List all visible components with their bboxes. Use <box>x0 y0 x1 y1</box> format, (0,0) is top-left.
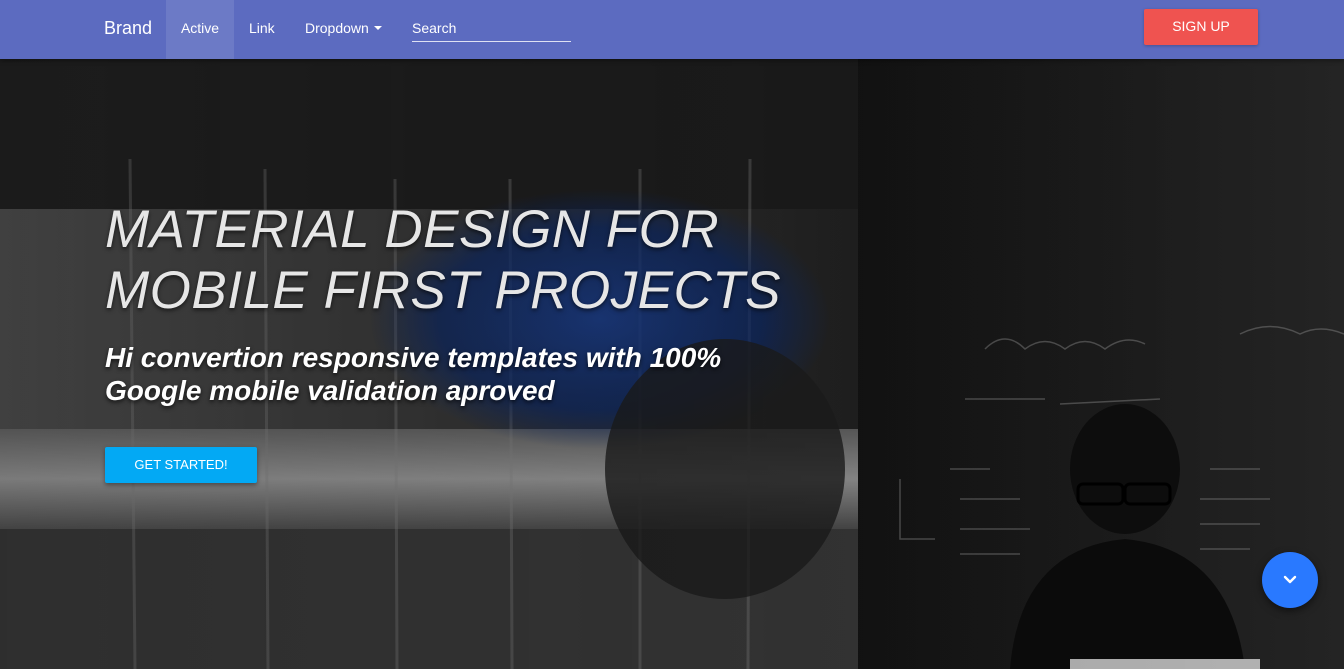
nav-item-active[interactable]: Active <box>166 0 234 59</box>
hero-subtitle: Hi convertion responsive templates with … <box>105 341 805 407</box>
signup-button[interactable]: SIGN UP <box>1144 9 1258 45</box>
brand-link[interactable]: Brand <box>104 0 152 59</box>
hero-subtitle-line: Google mobile validation aproved <box>105 375 555 406</box>
top-navbar: Brand Active Link Dropdown SIGN UP <box>0 0 1344 59</box>
nav-item-label: Dropdown <box>305 20 369 36</box>
get-started-button[interactable]: GET STARTED! <box>105 447 257 483</box>
chevron-down-icon <box>1283 575 1297 584</box>
search-field <box>412 16 571 42</box>
scroll-down-button[interactable] <box>1262 552 1318 608</box>
hero-title-line: MATERIAL DESIGN FOR <box>105 200 720 259</box>
nav-item-dropdown[interactable]: Dropdown <box>305 0 382 59</box>
hero-subtitle-line: Hi convertion responsive templates with … <box>105 342 722 373</box>
nav-item-label: Active <box>180 20 220 36</box>
search-input[interactable] <box>412 16 571 40</box>
hero-title: MATERIAL DESIGN FOR MOBILE FIRST PROJECT… <box>105 199 905 321</box>
hero-section: MATERIAL DESIGN FOR MOBILE FIRST PROJECT… <box>0 59 1344 669</box>
hero-title-line: MOBILE FIRST PROJECTS <box>105 261 782 320</box>
nav-item-link[interactable]: Link <box>249 0 275 59</box>
nav-item-label: Link <box>249 20 275 36</box>
caret-down-icon <box>373 26 382 31</box>
